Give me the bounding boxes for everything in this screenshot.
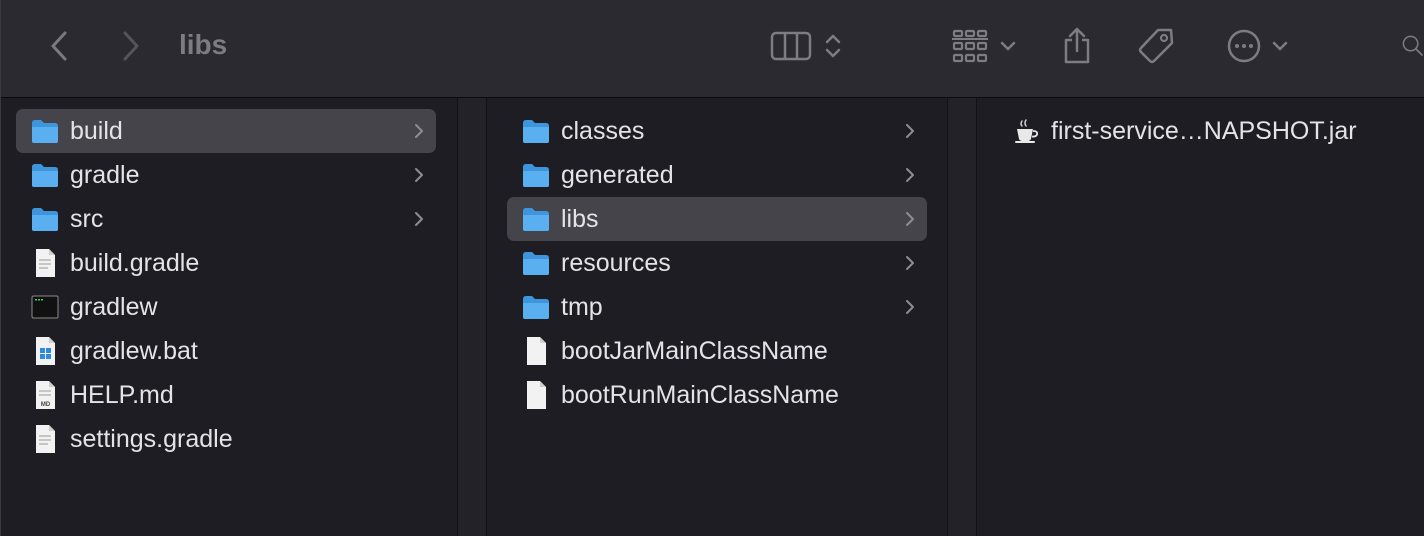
markdown-file-icon: MD bbox=[36, 381, 55, 409]
chevron-right-icon bbox=[906, 168, 914, 182]
group-chevron-icon bbox=[1000, 41, 1016, 51]
item-label: gradlew bbox=[70, 293, 158, 321]
more-chevron-icon bbox=[1272, 41, 1288, 51]
item-label: first-service…NAPSHOT.jar bbox=[1051, 117, 1357, 145]
list-item-classes[interactable]: classes bbox=[507, 109, 927, 153]
group-icon bbox=[952, 29, 988, 63]
share-button[interactable] bbox=[1059, 0, 1095, 92]
search-icon bbox=[1402, 35, 1423, 56]
windows-file-icon bbox=[36, 337, 55, 365]
more-icon bbox=[1227, 29, 1261, 63]
item-label: build.gradle bbox=[70, 249, 200, 277]
column-resize-handle[interactable] bbox=[947, 98, 977, 536]
item-label: settings.gradle bbox=[70, 425, 233, 453]
folder-icon bbox=[523, 296, 549, 319]
list-item-gradlew[interactable]: gradlew bbox=[16, 285, 436, 329]
blank-file-icon bbox=[527, 337, 546, 365]
chevron-right-icon bbox=[906, 300, 914, 314]
item-label: classes bbox=[561, 117, 645, 145]
folder-icon bbox=[32, 208, 58, 231]
item-label: src bbox=[70, 205, 104, 233]
column-1: build gradle src build.gradle gradlew gr… bbox=[1, 98, 457, 536]
java-jar-icon bbox=[1015, 119, 1039, 143]
folder-icon bbox=[523, 120, 549, 143]
toolbar: libs bbox=[1, 0, 1424, 98]
back-button[interactable] bbox=[41, 0, 77, 92]
list-item-settings-gradle[interactable]: settings.gradle bbox=[16, 417, 436, 461]
item-label: resources bbox=[561, 249, 671, 277]
group-button[interactable] bbox=[945, 0, 1021, 92]
share-icon bbox=[1064, 27, 1090, 64]
list-item-jar[interactable]: first-service…NAPSHOT.jar bbox=[997, 109, 1417, 153]
list-item-help-md[interactable]: MD HELP.md bbox=[16, 373, 436, 417]
column-resize-handle[interactable] bbox=[457, 98, 487, 536]
finder-window: libs build gradle src build.gradle gradl… bbox=[0, 0, 1424, 536]
back-icon bbox=[51, 31, 67, 61]
folder-icon bbox=[523, 208, 549, 231]
column-2: classes generated libs resources tmp boo… bbox=[487, 98, 947, 536]
column-browser: build gradle src build.gradle gradlew gr… bbox=[1, 98, 1424, 536]
folder-icon bbox=[523, 252, 549, 275]
chevron-right-icon bbox=[415, 212, 423, 226]
list-item-tmp[interactable]: tmp bbox=[507, 285, 927, 329]
item-label: bootJarMainClassName bbox=[561, 337, 828, 365]
text-file-icon bbox=[36, 425, 55, 453]
search-button[interactable] bbox=[1393, 0, 1424, 92]
md-badge: MD bbox=[41, 402, 51, 408]
list-item-libs[interactable]: libs bbox=[507, 197, 927, 241]
list-item-resources[interactable]: resources bbox=[507, 241, 927, 285]
chevron-right-icon bbox=[906, 212, 914, 226]
view-mode-button[interactable] bbox=[763, 0, 849, 92]
column-3: first-service…NAPSHOT.jar bbox=[977, 98, 1424, 536]
more-button[interactable] bbox=[1221, 0, 1293, 92]
forward-icon bbox=[123, 31, 139, 61]
text-file-icon bbox=[36, 249, 55, 277]
column-view-icon bbox=[770, 31, 812, 61]
item-label: libs bbox=[561, 205, 599, 233]
folder-icon bbox=[523, 164, 549, 187]
list-item-build-gradle[interactable]: build.gradle bbox=[16, 241, 436, 285]
item-label: generated bbox=[561, 161, 674, 189]
folder-icon bbox=[32, 120, 58, 143]
chevron-right-icon bbox=[906, 124, 914, 138]
blank-file-icon bbox=[527, 381, 546, 409]
item-label: tmp bbox=[561, 293, 603, 321]
chevron-right-icon bbox=[906, 256, 914, 270]
terminal-executable-icon bbox=[31, 295, 59, 319]
list-item-src[interactable]: src bbox=[16, 197, 436, 241]
folder-icon bbox=[32, 164, 58, 187]
list-item-bootrunmainclassname[interactable]: bootRunMainClassName bbox=[507, 373, 927, 417]
list-item-gradle[interactable]: gradle bbox=[16, 153, 436, 197]
view-switch-chevron-icon bbox=[825, 34, 841, 58]
list-item-bootjarmainclassname[interactable]: bootJarMainClassName bbox=[507, 329, 927, 373]
chevron-right-icon bbox=[415, 124, 423, 138]
tag-button[interactable] bbox=[1135, 0, 1177, 92]
window-title: libs bbox=[179, 29, 228, 60]
list-item-build[interactable]: build bbox=[16, 109, 436, 153]
list-item-gradlew-bat[interactable]: gradlew.bat bbox=[16, 329, 436, 373]
tag-icon bbox=[1138, 28, 1174, 64]
item-label: gradle bbox=[70, 161, 140, 189]
item-label: gradlew.bat bbox=[70, 337, 198, 365]
item-label: bootRunMainClassName bbox=[561, 381, 839, 409]
chevron-right-icon bbox=[415, 168, 423, 182]
item-label: build bbox=[70, 117, 123, 145]
list-item-generated[interactable]: generated bbox=[507, 153, 927, 197]
forward-button[interactable] bbox=[113, 0, 149, 92]
item-label: HELP.md bbox=[70, 381, 174, 409]
